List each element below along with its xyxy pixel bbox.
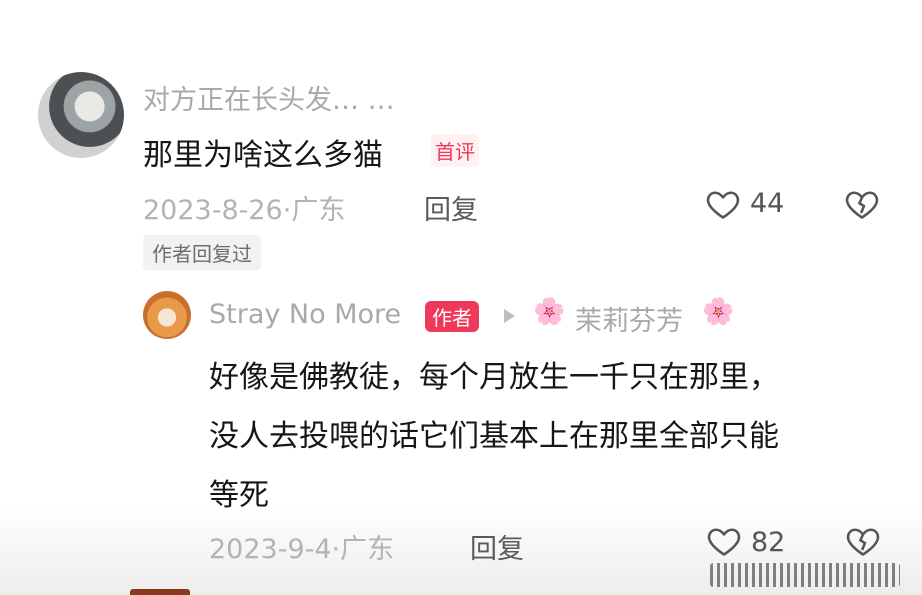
comment-text: 那里为啥这么多猫 (143, 138, 383, 173)
like-count: 82 (751, 527, 786, 558)
first-comment-badge: 首评 (431, 134, 479, 167)
dislike-icon[interactable] (845, 523, 881, 559)
dislike-icon[interactable] (844, 186, 880, 222)
reply-button[interactable]: 回复 (424, 188, 478, 227)
comment-username[interactable]: 对方正在长头发… … (143, 78, 395, 117)
triangle-right-icon (502, 308, 516, 324)
avatar[interactable] (143, 291, 191, 339)
reply-to-username[interactable]: 茉莉芬芳 (575, 299, 683, 338)
cherry-blossom-icon: 🌸 (533, 297, 566, 327)
avatar[interactable] (38, 72, 124, 158)
watermark (710, 563, 900, 587)
reply-button[interactable]: 回复 (470, 527, 524, 566)
comment-date-location: 2023-8-26·广东 (143, 195, 346, 226)
next-avatar-edge (130, 589, 190, 595)
reply-date-location: 2023-9-4·广东 (209, 534, 395, 565)
reply-text-line: 好像是佛教徒，每个月放生一千只在那里， (209, 360, 779, 395)
like-icon[interactable] (706, 523, 742, 559)
like-icon[interactable] (705, 186, 741, 222)
reply-text-line: 没人去投喂的话它们基本上在那里全部只能 (209, 419, 779, 454)
author-badge: 作者 (425, 301, 479, 332)
cherry-blossom-icon: 🌸 (702, 297, 735, 327)
like-count: 44 (750, 188, 785, 219)
author-replied-chip[interactable]: 作者回复过 (143, 235, 261, 270)
reply-username[interactable]: Stray No More (209, 299, 401, 330)
